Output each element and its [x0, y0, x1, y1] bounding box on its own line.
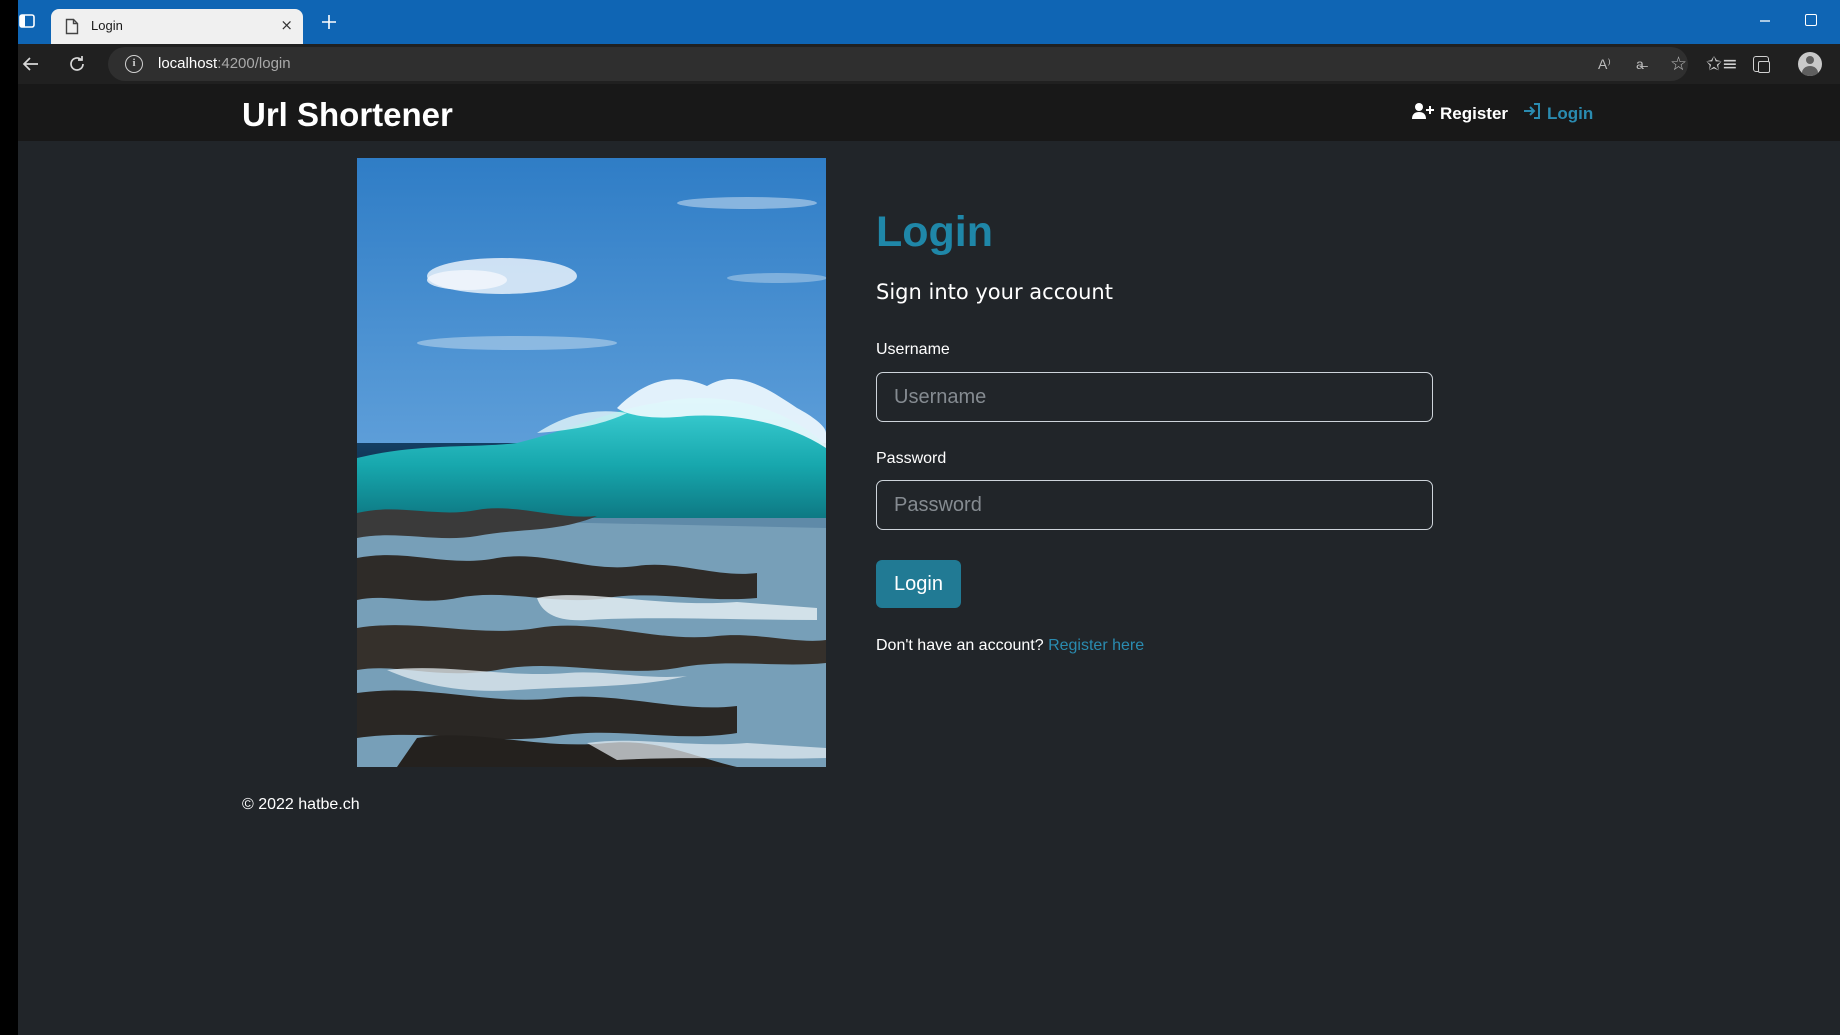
- username-input[interactable]: [876, 372, 1433, 422]
- nav-register-label: Register: [1440, 103, 1509, 123]
- favorites-icon[interactable]: ✩≡: [1706, 53, 1738, 75]
- close-tab-icon[interactable]: ×: [280, 17, 293, 33]
- address-bar[interactable]: i localhost:4200/login A⁾ a̶ ☆: [108, 47, 1688, 81]
- reload-icon[interactable]: [67, 54, 87, 74]
- nav-login-label: Login: [1547, 103, 1594, 123]
- user-plus-icon: [1412, 102, 1434, 125]
- site-info-icon[interactable]: i: [125, 55, 143, 73]
- register-here-link[interactable]: Register here: [1048, 637, 1144, 654]
- password-input[interactable]: [876, 480, 1433, 530]
- browser-titlebar: Login ×: [18, 0, 1840, 44]
- maximize-icon[interactable]: [1805, 14, 1817, 26]
- brand-logo[interactable]: Url Shortener: [242, 96, 453, 134]
- ocean-wave-image: [357, 158, 826, 767]
- nav-login-link[interactable]: Login: [1523, 102, 1593, 125]
- nav-register-link[interactable]: Register: [1412, 102, 1508, 125]
- back-arrow-icon[interactable]: [21, 54, 41, 74]
- page-icon: [65, 18, 79, 39]
- sign-in-icon: [1523, 102, 1541, 125]
- translate-icon[interactable]: a̶: [1636, 56, 1644, 72]
- tab-title: Login: [91, 18, 123, 33]
- sidebar-toggle-icon[interactable]: [18, 12, 36, 30]
- collections-icon[interactable]: [1753, 56, 1770, 73]
- login-title: Login: [876, 208, 994, 256]
- register-prompt-text: Don't have an account?: [876, 637, 1044, 654]
- app-navbar: Url Shortener Register Login: [18, 84, 1840, 141]
- login-button[interactable]: Login: [876, 560, 961, 608]
- profile-avatar-icon[interactable]: [1798, 52, 1822, 76]
- add-favorite-icon[interactable]: ☆: [1670, 53, 1687, 76]
- password-label: Password: [876, 450, 947, 467]
- footer-copyright: © 2022 hatbe.ch: [242, 796, 360, 813]
- browser-toolbar: i localhost:4200/login A⁾ a̶ ☆ ✩≡: [18, 44, 1840, 84]
- read-aloud-icon[interactable]: A⁾: [1598, 56, 1611, 73]
- register-prompt: Don't have an account? Register here: [876, 637, 1144, 655]
- url-path: :4200/login: [217, 55, 291, 72]
- url-host: localhost: [158, 55, 218, 72]
- minimize-icon[interactable]: [1758, 12, 1772, 31]
- username-label: Username: [876, 341, 950, 358]
- login-subtitle: Sign into your account: [876, 280, 1113, 304]
- url-text[interactable]: localhost:4200/login: [158, 55, 291, 72]
- browser-tab[interactable]: Login ×: [51, 9, 303, 44]
- new-tab-icon[interactable]: [318, 11, 340, 33]
- browser-window: Login × i localhost:4200/login A⁾ a̶ ☆ ✩…: [18, 0, 1840, 1035]
